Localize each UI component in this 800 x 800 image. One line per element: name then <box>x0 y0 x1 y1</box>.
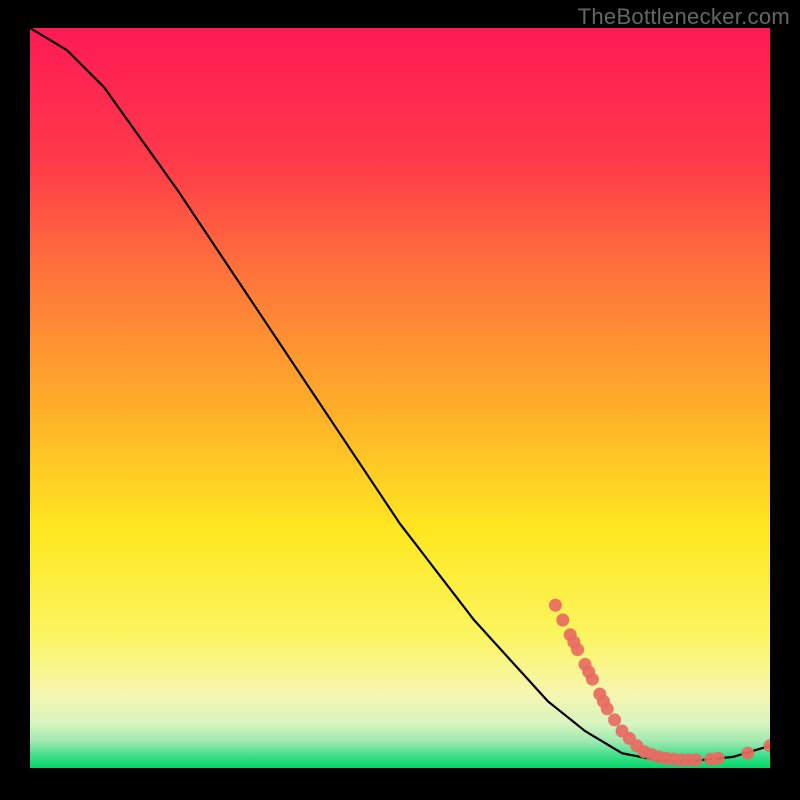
plot-area <box>30 28 770 768</box>
watermark-text: TheBottlenecker.com <box>578 4 790 30</box>
curve-line <box>30 28 770 761</box>
data-point <box>601 702 614 715</box>
data-point <box>712 752 725 765</box>
bottleneck-curve <box>30 28 770 761</box>
data-point <box>741 747 754 760</box>
data-point <box>586 673 599 686</box>
data-point <box>549 599 562 612</box>
chart-container: TheBottlenecker.com <box>0 0 800 800</box>
data-point <box>764 739 771 752</box>
chart-overlay <box>30 28 770 768</box>
data-point <box>690 753 703 766</box>
data-point <box>571 643 584 656</box>
data-point <box>556 614 569 627</box>
scatter-points <box>549 599 770 767</box>
data-point <box>608 713 621 726</box>
